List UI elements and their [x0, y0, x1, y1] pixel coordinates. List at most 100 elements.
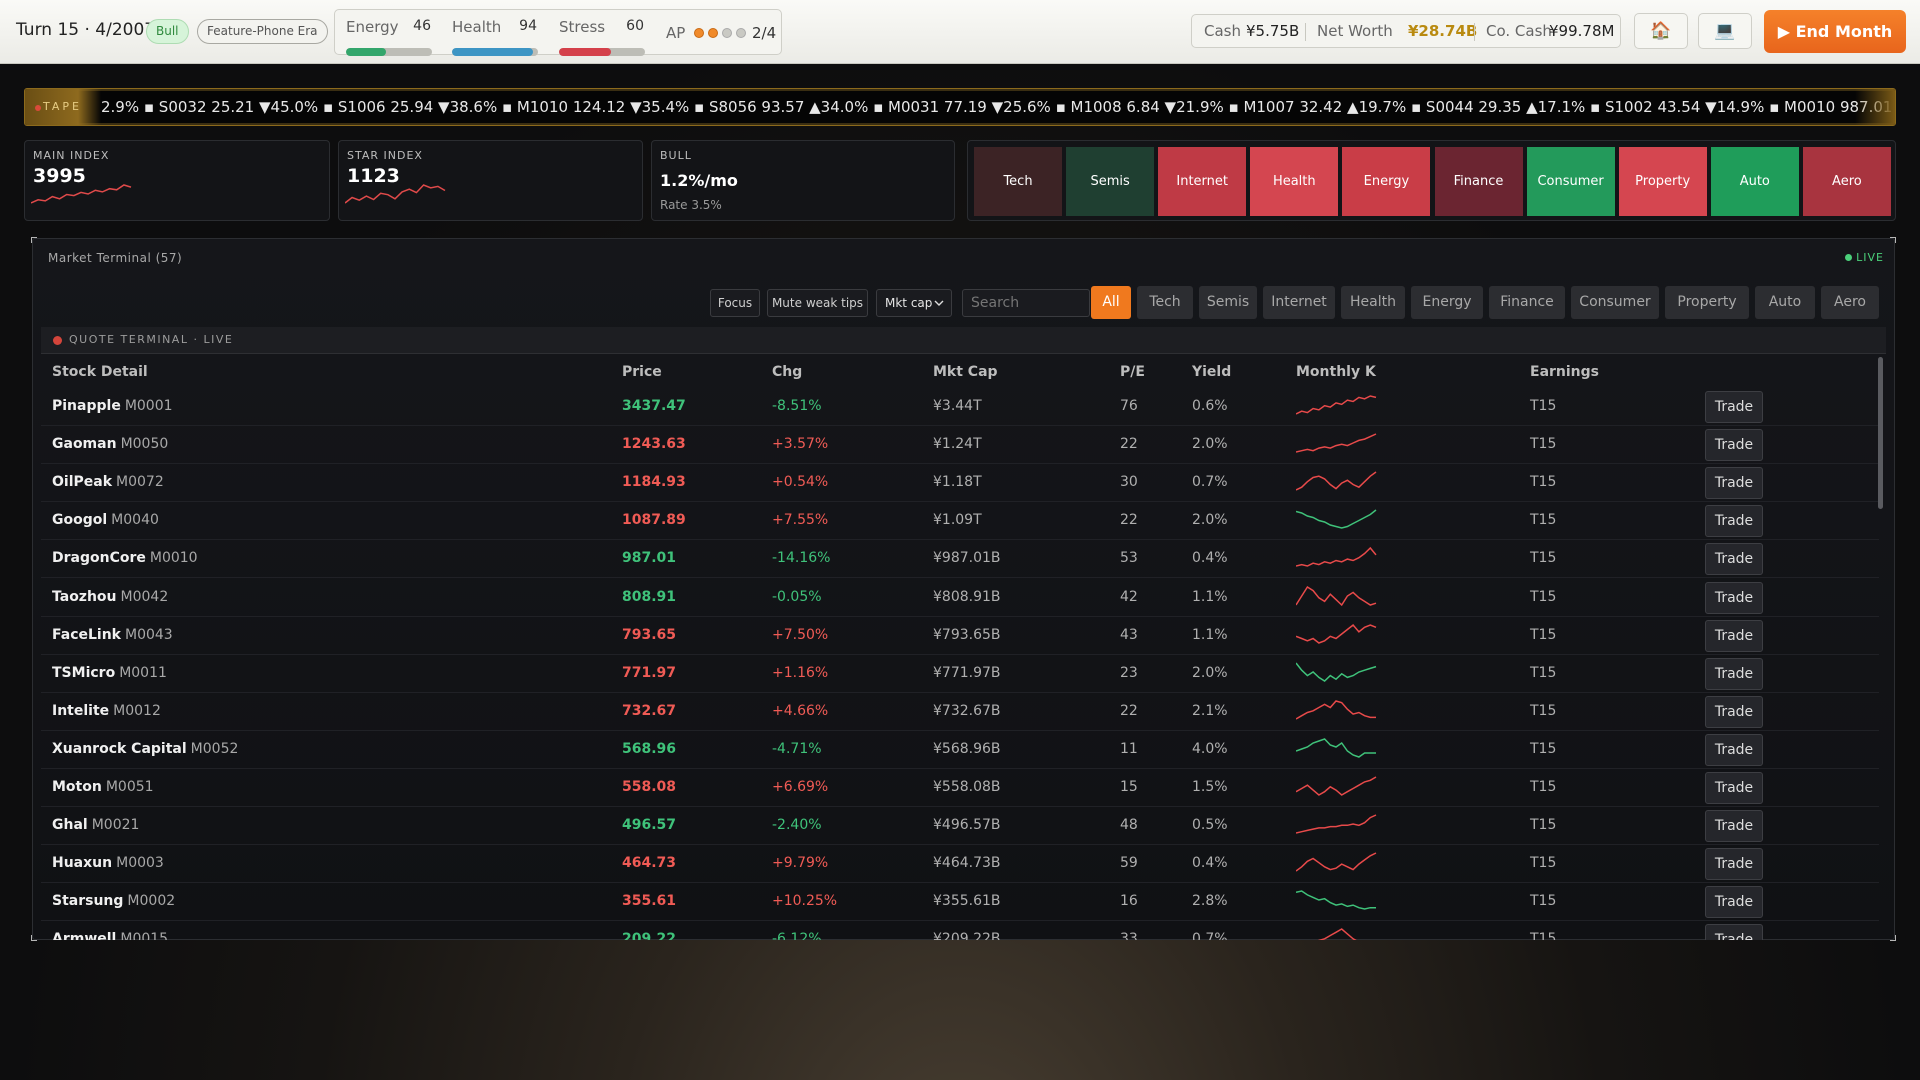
end-month-button[interactable]: ▶ End Month: [1764, 10, 1906, 53]
table-row[interactable]: Pinapple M0001 3437.47 -8.51% ¥3.44T 76 0.6% T1…: [41, 388, 1879, 426]
col-market-cap[interactable]: Mkt Cap: [933, 364, 998, 380]
stock-pe: 53: [1120, 550, 1138, 567]
trade-button[interactable]: Trade: [1705, 619, 1763, 652]
filter-chip-auto[interactable]: Auto: [1755, 286, 1815, 319]
table-row[interactable]: Huaxun M0003 464.73 +9.79% ¥464.73B 59 0.4% T15…: [41, 845, 1879, 884]
monthly-k-line: [1296, 471, 1377, 491]
table-row[interactable]: OilPeak M0072 1184.93 +0.54% ¥1.18T 30 0.7% T15…: [41, 464, 1879, 503]
table-header: Stock Detail Price Chg Mkt Cap P/E Yield…: [41, 354, 1886, 388]
stock-pe: 59: [1120, 855, 1138, 872]
sector-tile-aero[interactable]: Aero: [1802, 147, 1891, 216]
trade-button[interactable]: Trade: [1705, 886, 1763, 919]
table-row[interactable]: Googol M0040 1087.89 +7.55% ¥1.09T 22 2.0% T15 T…: [41, 502, 1879, 541]
filter-chip-finance[interactable]: Finance: [1489, 286, 1565, 319]
trade-button[interactable]: Trade: [1705, 505, 1763, 538]
live-dot-icon: [1845, 254, 1853, 261]
stock-market-cap: ¥793.65B: [933, 626, 1001, 643]
sector-tile-consumer[interactable]: Consumer: [1526, 147, 1615, 216]
sector-tile-tech[interactable]: Tech: [974, 147, 1062, 216]
stock-market-cap: ¥987.01B: [933, 550, 1001, 567]
monthly-k-line: [1296, 395, 1377, 415]
stock-earnings: T15: [1530, 817, 1557, 834]
table-row[interactable]: FaceLink M0043 793.65 +7.50% ¥793.65B 43 1.1% T…: [41, 617, 1879, 655]
table-row[interactable]: Xuanrock Capital M0052 568.96 -4.71% ¥568.96…: [41, 731, 1879, 769]
trade-button[interactable]: Trade: [1705, 657, 1763, 690]
stock-code: M0043: [124, 626, 173, 643]
filter-chip-aero[interactable]: Aero: [1821, 286, 1879, 319]
sector-tile-property[interactable]: Property: [1618, 147, 1707, 216]
table-row[interactable]: Taozhou M0042 808.91 -0.05% ¥808.91B 42 1.1% T1…: [41, 579, 1879, 617]
table-row[interactable]: Armwell M0015 209.22 -6.12% ¥209.22B 33 0.7% T1…: [41, 921, 1879, 940]
trade-button[interactable]: Trade: [1705, 695, 1763, 728]
stock-earnings: T15: [1530, 893, 1557, 910]
stock-pe: 42: [1120, 588, 1138, 605]
trade-button[interactable]: Trade: [1705, 543, 1763, 576]
networth-label: Net Worth: [1317, 22, 1393, 40]
filter-chip-tech[interactable]: Tech: [1137, 286, 1193, 319]
col-yield[interactable]: Yield: [1192, 364, 1231, 380]
mute-weak-tips-button[interactable]: Mute weak tips: [767, 289, 868, 317]
table-row[interactable]: Intelite M0012 732.67 +4.66% ¥732.67B 22 2.1% T…: [41, 693, 1879, 731]
home-button[interactable]: 🏠: [1634, 13, 1688, 49]
trade-button[interactable]: Trade: [1705, 391, 1763, 423]
sector-tile-energy[interactable]: Energy: [1342, 147, 1431, 216]
stock-yield: 0.5%: [1192, 817, 1228, 834]
corner-mark: [1890, 935, 1896, 941]
stock-change: +0.54%: [772, 474, 829, 491]
filter-chip-health[interactable]: Health: [1341, 286, 1405, 319]
star-index-label: STAR INDEX: [347, 149, 423, 162]
filter-chip-energy[interactable]: Energy: [1411, 286, 1483, 319]
sector-tile-finance[interactable]: Finance: [1434, 147, 1523, 216]
table-row[interactable]: DragonCore M0010 987.01 -14.16% ¥987.01B 53 0.…: [41, 540, 1879, 579]
stock-yield: 4.0%: [1192, 740, 1228, 757]
table-row[interactable]: Moton M0051 558.08 +6.69% ¥558.08B 15 1.5% T15 T…: [41, 769, 1879, 807]
filter-chip-all[interactable]: All: [1091, 286, 1131, 319]
sector-tile-semis[interactable]: Semis: [1066, 147, 1155, 216]
search-input[interactable]: [962, 289, 1090, 317]
filter-chip-property[interactable]: Property: [1665, 286, 1749, 319]
health-bar: [452, 48, 538, 56]
sort-select[interactable]: Mkt cap: [876, 289, 952, 317]
trade-button[interactable]: Trade: [1705, 581, 1763, 614]
main-index-label: MAIN INDEX: [33, 149, 110, 162]
main-index-card[interactable]: MAIN INDEX 3995: [24, 140, 330, 221]
trade-button[interactable]: Trade: [1705, 810, 1763, 843]
col-earnings[interactable]: Earnings: [1530, 364, 1599, 380]
col-pe[interactable]: P/E: [1120, 364, 1145, 380]
filter-chip-internet[interactable]: Internet: [1263, 286, 1335, 319]
trade-button[interactable]: Trade: [1705, 467, 1763, 500]
sector-tile-health[interactable]: Health: [1250, 147, 1339, 216]
trade-button[interactable]: Trade: [1705, 429, 1763, 462]
stock-earnings: T15: [1530, 588, 1557, 605]
stock-pe: 48: [1120, 817, 1138, 834]
col-change[interactable]: Chg: [772, 364, 802, 380]
col-price[interactable]: Price: [622, 364, 662, 380]
filter-chip-consumer[interactable]: Consumer: [1571, 286, 1659, 319]
filter-chip-semis[interactable]: Semis: [1199, 286, 1257, 319]
table-row[interactable]: Gaoman M0050 1243.63 +3.57% ¥1.24T 22 2.0% T15 T…: [41, 426, 1879, 465]
table-row[interactable]: Starsung M0002 355.61 +10.25% ¥355.61B 16 2.8%…: [41, 883, 1879, 922]
trade-button[interactable]: Trade: [1705, 733, 1763, 766]
stock-change: +4.66%: [772, 702, 829, 719]
cocash-value: ¥99.78M: [1549, 22, 1615, 40]
focus-button[interactable]: Focus: [710, 289, 760, 317]
table-row[interactable]: Ghal M0021 496.57 -2.40% ¥496.57B 48 0.5% T15 Tr…: [41, 807, 1879, 846]
trade-button[interactable]: Trade: [1705, 772, 1763, 804]
star-index-card[interactable]: STAR INDEX 1123: [338, 140, 643, 221]
trade-button[interactable]: Trade: [1705, 848, 1763, 881]
stock-change: +1.16%: [772, 664, 829, 681]
sector-tile-auto[interactable]: Auto: [1710, 147, 1799, 216]
col-stock-detail[interactable]: Stock Detail: [52, 364, 148, 380]
stock-change: +6.69%: [772, 779, 829, 795]
stock-earnings: T15: [1530, 931, 1557, 940]
stock-yield: 2.0%: [1192, 436, 1228, 453]
table-row[interactable]: TSMicro M0011 771.97 +1.16% ¥771.97B 23 2.0% T1…: [41, 655, 1879, 693]
table-scrollbar-thumb[interactable]: [1878, 357, 1883, 509]
sector-tile-internet[interactable]: Internet: [1158, 147, 1247, 216]
stock-name: Taozhou M0042: [52, 589, 168, 605]
corner-mark: [31, 237, 37, 243]
stock-change: +10.25%: [772, 893, 838, 910]
monthly-k-line: [1296, 890, 1376, 911]
trade-button[interactable]: Trade: [1705, 924, 1763, 940]
computer-button[interactable]: 💻: [1698, 13, 1752, 49]
